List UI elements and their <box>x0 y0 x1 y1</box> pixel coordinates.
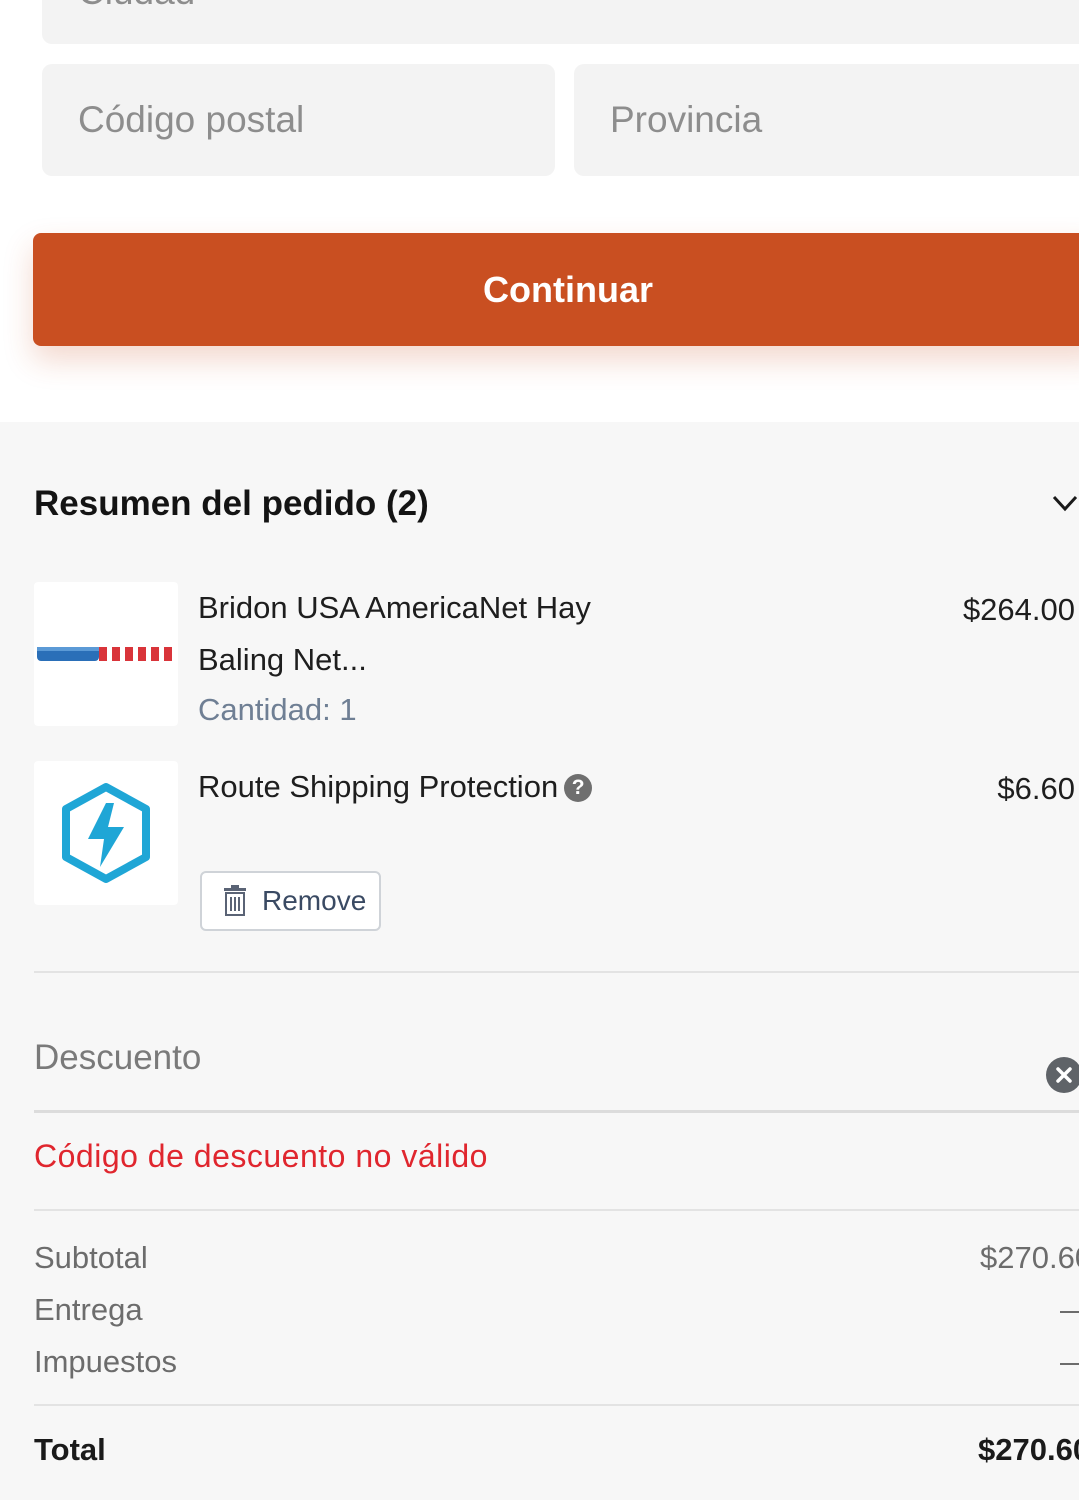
order-summary-title: Resumen del pedido (2) <box>34 484 429 523</box>
continue-button[interactable]: Continuar <box>33 233 1079 346</box>
shipping-label: Entrega <box>34 1292 143 1327</box>
subtotal-label: Subtotal <box>34 1240 148 1275</box>
remove-label: Remove <box>262 885 367 916</box>
taxes-label: Impuestos <box>34 1344 178 1379</box>
province-field[interactable] <box>574 64 1079 176</box>
city-field[interactable] <box>42 0 1079 44</box>
trash-icon <box>224 885 246 916</box>
discount-error: Código de descuento no válido <box>34 1138 488 1174</box>
postal-code-input[interactable] <box>76 98 555 142</box>
item-price: $264.00 <box>962 592 1075 627</box>
divider <box>34 1404 1079 1406</box>
shipping-value: — <box>1060 1292 1079 1328</box>
divider <box>34 1209 1079 1211</box>
chevron-down-icon[interactable] <box>1050 488 1079 518</box>
route-logo-icon <box>62 783 150 883</box>
route-thumbnail <box>34 761 178 905</box>
item-name: Route Shipping Protection? <box>198 761 638 813</box>
total-value: $270.60 <box>978 1432 1079 1467</box>
postal-code-field[interactable] <box>42 64 555 176</box>
total-label: Total <box>34 1432 106 1467</box>
item-quantity: Cantidad: 1 <box>198 692 357 727</box>
item-name: Bridon USA AmericaNet Hay Baling Net... <box>198 590 591 677</box>
clear-icon[interactable] <box>1046 1057 1079 1093</box>
city-input[interactable] <box>76 0 1079 14</box>
divider <box>34 971 1079 973</box>
order-summary: Resumen del pedido (2) Bridon USA Americ… <box>0 422 1079 1500</box>
help-icon[interactable]: ? <box>564 774 593 802</box>
remove-button[interactable]: Remove <box>200 871 381 931</box>
subtotal-value: $270.60 <box>980 1240 1079 1275</box>
discount-input-label[interactable]: Descuento <box>34 1038 201 1078</box>
discount-underline <box>34 1110 1079 1113</box>
product-thumbnail <box>34 582 178 726</box>
province-input[interactable] <box>608 98 1079 142</box>
route-item-label: Route Shipping Protection <box>198 769 559 804</box>
shipping-form: Continuar <box>0 0 1079 422</box>
taxes-value: — <box>1060 1344 1079 1380</box>
item-price: $6.60 <box>997 771 1075 806</box>
hay-net-image <box>37 647 175 661</box>
